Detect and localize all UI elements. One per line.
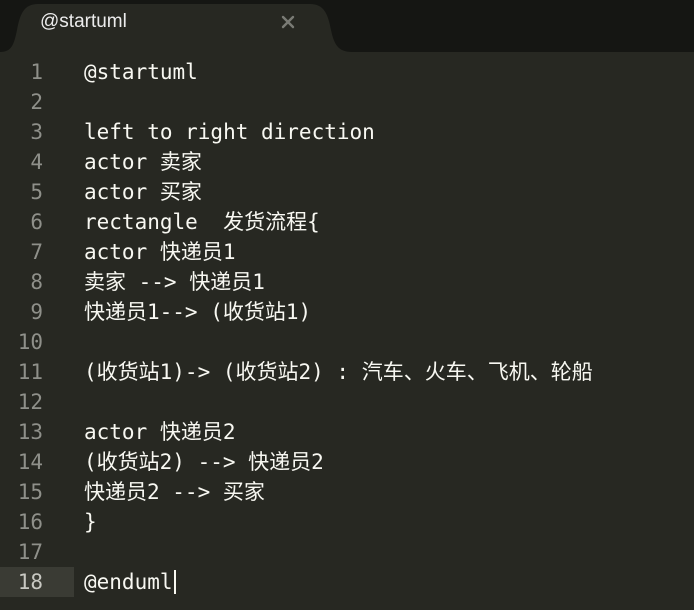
line-number: 1 bbox=[30, 60, 43, 84]
line-number: 8 bbox=[30, 270, 43, 294]
line-number: 5 bbox=[30, 180, 43, 204]
code-text: (收货站2) --> 快递员2 bbox=[84, 447, 324, 477]
line-number: 17 bbox=[17, 540, 43, 564]
code-line[interactable]: 16} bbox=[0, 507, 694, 537]
tab-startuml[interactable]: @startuml bbox=[0, 0, 352, 52]
code-text-content: actor 快递员1 bbox=[84, 240, 236, 264]
line-number: 2 bbox=[30, 90, 43, 114]
line-number: 9 bbox=[30, 300, 43, 324]
code-line[interactable]: 3 left to right direction bbox=[0, 117, 694, 147]
text-cursor bbox=[173, 570, 176, 594]
code-line[interactable]: 2 bbox=[0, 87, 694, 117]
code-line[interactable]: 7 actor 快递员1 bbox=[0, 237, 694, 267]
code-text: left to right direction bbox=[84, 117, 375, 147]
tab-title: @startuml bbox=[40, 11, 127, 32]
code-line[interactable]: 8 卖家 --> 快递员1 bbox=[0, 267, 694, 297]
code-text-content: actor 买家 bbox=[84, 180, 202, 204]
code-text-content: 快递员2 --> 买家 bbox=[84, 480, 265, 504]
code-line[interactable]: 6 rectangle 发货流程{ bbox=[0, 207, 694, 237]
code-text: rectangle 发货流程{ bbox=[84, 207, 320, 237]
code-text-content: actor 快递员2 bbox=[84, 420, 236, 444]
code-text-content: @enduml bbox=[84, 570, 173, 594]
line-number: 10 bbox=[17, 330, 43, 354]
line-number: 3 bbox=[30, 120, 43, 144]
line-number: 15 bbox=[17, 480, 43, 504]
code-line[interactable]: 17 bbox=[0, 537, 694, 567]
tab-bar: @startuml bbox=[0, 0, 694, 52]
code-text-content: 快递员1--> (收货站1) bbox=[84, 300, 312, 324]
code-line[interactable]: 1 @startuml bbox=[0, 57, 694, 87]
code-text-content: (收货站1)-> (收货站2) : 汽车、火车、飞机、轮船 bbox=[84, 360, 593, 384]
code-line[interactable]: 4 actor 卖家 bbox=[0, 147, 694, 177]
code-text-content: rectangle 发货流程{ bbox=[84, 210, 320, 234]
line-number: 7 bbox=[30, 240, 43, 264]
line-number: 18 bbox=[17, 570, 43, 594]
line-number: 11 bbox=[17, 360, 43, 384]
code-text: 卖家 --> 快递员1 bbox=[84, 267, 265, 297]
code-text: actor 快递员1 bbox=[84, 237, 236, 267]
line-number: 13 bbox=[17, 420, 43, 444]
code-text: 快递员1--> (收货站1) bbox=[84, 297, 311, 327]
code-text-content: (收货站2) --> 快递员2 bbox=[84, 450, 324, 474]
code-text: 快递员2 --> 买家 bbox=[84, 477, 265, 507]
code-text-content: left to right direction bbox=[84, 120, 375, 144]
code-text-content: actor 卖家 bbox=[84, 150, 202, 174]
close-icon[interactable] bbox=[279, 13, 297, 31]
code-text: (收货站1)-> (收货站2) : 汽车、火车、飞机、轮船 bbox=[84, 357, 593, 387]
code-line[interactable]: 10 bbox=[0, 327, 694, 357]
code-text: @startuml bbox=[84, 57, 198, 87]
code-text: actor 快递员2 bbox=[84, 417, 236, 447]
code-line[interactable]: 14 (收货站2) --> 快递员2 bbox=[0, 447, 694, 477]
code-line[interactable]: 11 (收货站1)-> (收货站2) : 汽车、火车、飞机、轮船 bbox=[0, 357, 694, 387]
code-text-content: 卖家 --> 快递员1 bbox=[84, 270, 265, 294]
code-text: @enduml bbox=[84, 567, 176, 597]
line-number: 4 bbox=[30, 150, 43, 174]
code-line[interactable]: 12 bbox=[0, 387, 694, 417]
code-editor[interactable]: 1 @startuml 2 3 left to right direction 4 acto… bbox=[0, 52, 694, 610]
code-line[interactable]: 15 快递员2 --> 买家 bbox=[0, 477, 694, 507]
code-text-content: } bbox=[84, 510, 97, 534]
line-number: 14 bbox=[17, 450, 43, 474]
code-text: } bbox=[84, 507, 97, 537]
code-line[interactable]: 9 快递员1--> (收货站1) bbox=[0, 297, 694, 327]
line-number: 6 bbox=[30, 210, 43, 234]
code-line[interactable]: 13 actor 快递员2 bbox=[0, 417, 694, 447]
code-line[interactable]: 18 @enduml bbox=[0, 567, 694, 597]
line-number: 12 bbox=[17, 390, 43, 414]
code-text-content: @startuml bbox=[84, 60, 198, 84]
code-text: actor 买家 bbox=[84, 177, 202, 207]
code-line[interactable]: 5 actor 买家 bbox=[0, 177, 694, 207]
code-text: actor 卖家 bbox=[84, 147, 202, 177]
line-number: 16 bbox=[17, 510, 43, 534]
